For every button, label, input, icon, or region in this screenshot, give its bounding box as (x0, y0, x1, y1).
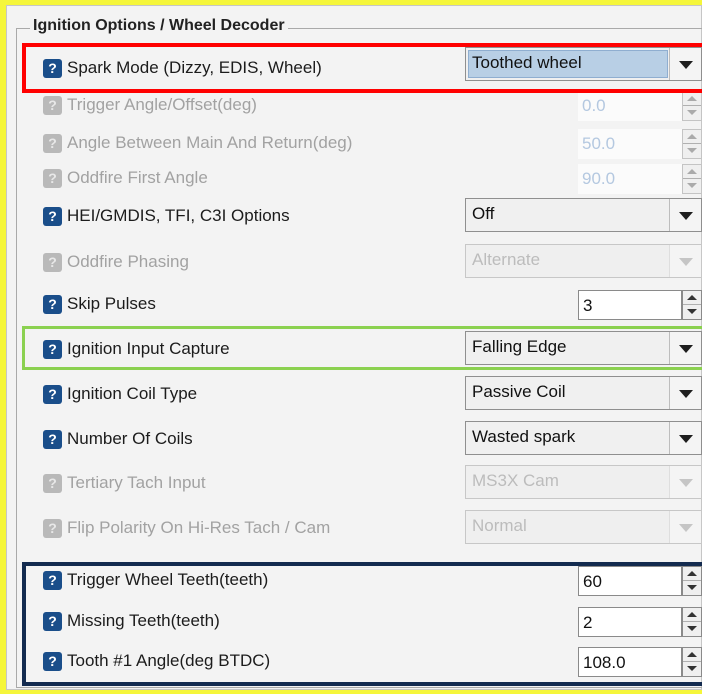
hei-options-value: Off (472, 204, 495, 223)
tertiary-tach-label: Tertiary Tach Input (67, 473, 206, 492)
trigger-wheel-teeth-row: ? Trigger Wheel Teeth(teeth) 60 (0, 565, 702, 609)
hei-options-row: ? HEI/GMDIS, TFI, C3I Options Off (0, 198, 702, 242)
spinner-up-icon (683, 92, 701, 106)
spark-mode-row: ? Spark Mode (Dizzy, EDIS, Wheel) Toothe… (0, 47, 702, 91)
spark-mode-value: Toothed wheel (472, 53, 582, 72)
help-icon: ? (43, 134, 62, 153)
missing-teeth-label: Missing Teeth(teeth) (67, 611, 220, 630)
help-icon: ? (43, 96, 62, 115)
oddfire-first-field: 90.0 (578, 164, 682, 194)
flip-polarity-dropdown: Normal (465, 510, 702, 544)
ignition-input-capture-dropdown[interactable]: Falling Edge (465, 331, 702, 365)
oddfire-first-label: Oddfire First Angle (67, 168, 208, 187)
ignition-input-capture-row: ? Ignition Input Capture Falling Edge (0, 331, 702, 375)
chevron-down-icon[interactable] (669, 199, 701, 231)
missing-teeth-field[interactable]: 2 (578, 607, 682, 637)
tertiary-tach-value: MS3X Cam (472, 471, 559, 490)
ignition-input-capture-value: Falling Edge (472, 337, 567, 356)
chevron-down-icon[interactable] (669, 332, 701, 364)
help-icon[interactable]: ? (43, 295, 62, 314)
missing-teeth-row: ? Missing Teeth(teeth) 2 (0, 606, 702, 650)
angle-between-spinner (682, 129, 702, 159)
angle-between-label: Angle Between Main And Return(deg) (67, 133, 353, 152)
trigger-angle-label: Trigger Angle/Offset(deg) (67, 95, 257, 114)
spinner-up-icon[interactable] (683, 291, 701, 305)
spinner-up-icon (683, 165, 701, 179)
spinner-up-icon[interactable] (683, 567, 701, 581)
tertiary-tach-dropdown: MS3X Cam (465, 465, 702, 499)
help-icon: ? (43, 519, 62, 538)
spinner-up-icon[interactable] (683, 608, 701, 622)
spinner-up-icon (683, 130, 701, 144)
spark-mode-label: Spark Mode (Dizzy, EDIS, Wheel) (67, 58, 322, 77)
help-icon: ? (43, 474, 62, 493)
ignition-coil-type-label: Ignition Coil Type (67, 384, 198, 403)
angle-between-field: 50.0 (578, 129, 682, 159)
hei-options-dropdown[interactable]: Off (465, 198, 702, 232)
number-of-coils-label: Number Of Coils (67, 429, 193, 448)
trigger-wheel-teeth-spinner[interactable] (682, 566, 702, 596)
help-icon[interactable]: ? (43, 571, 62, 590)
tooth1-angle-field[interactable]: 108.0 (578, 647, 682, 677)
help-icon: ? (43, 253, 62, 272)
spinner-down-icon[interactable] (683, 305, 701, 319)
chevron-down-icon (669, 511, 701, 543)
ignition-coil-type-dropdown[interactable]: Passive Coil (465, 376, 702, 410)
ignition-coil-type-row: ? Ignition Coil Type Passive Coil (0, 376, 702, 420)
spinner-down-icon[interactable] (683, 622, 701, 636)
spinner-down-icon[interactable] (683, 662, 701, 676)
spinner-down-icon (683, 144, 701, 158)
trigger-wheel-teeth-label: Trigger Wheel Teeth(teeth) (67, 570, 269, 589)
spinner-down-icon (683, 179, 701, 193)
missing-teeth-spinner[interactable] (682, 607, 702, 637)
help-icon[interactable]: ? (43, 612, 62, 631)
skip-pulses-row: ? Skip Pulses 3 (0, 290, 702, 334)
number-of-coils-dropdown[interactable]: Wasted spark (465, 421, 702, 455)
trigger-angle-spinner (682, 91, 702, 121)
help-icon[interactable]: ? (43, 207, 62, 226)
help-icon[interactable]: ? (43, 430, 62, 449)
ignition-input-capture-label: Ignition Input Capture (67, 339, 230, 358)
help-icon: ? (43, 169, 62, 188)
tooth1-angle-row: ? Tooth #1 Angle(deg BTDC) 108.0 (0, 646, 702, 690)
help-icon[interactable]: ? (43, 652, 62, 671)
trigger-wheel-teeth-field[interactable]: 60 (578, 566, 682, 596)
flip-polarity-label: Flip Polarity On Hi-Res Tach / Cam (67, 518, 331, 537)
spark-mode-dropdown[interactable]: Toothed wheel (465, 47, 702, 81)
chevron-down-icon[interactable] (669, 377, 701, 409)
help-icon[interactable]: ? (43, 340, 62, 359)
chevron-down-icon[interactable] (669, 48, 701, 80)
chevron-down-icon (669, 245, 701, 277)
group-title: Ignition Options / Wheel Decoder (30, 17, 288, 35)
oddfire-phasing-dropdown: Alternate (465, 244, 702, 278)
flip-polarity-value: Normal (472, 516, 527, 535)
spinner-down-icon[interactable] (683, 581, 701, 595)
tooth1-angle-spinner[interactable] (682, 647, 702, 677)
flip-polarity-row: ? Flip Polarity On Hi-Res Tach / Cam Nor… (0, 510, 702, 554)
oddfire-first-spinner (682, 164, 702, 194)
oddfire-phasing-value: Alternate (472, 250, 541, 269)
chevron-down-icon[interactable] (669, 422, 701, 454)
number-of-coils-value: Wasted spark (472, 427, 576, 446)
oddfire-phasing-label: Oddfire Phasing (67, 252, 189, 271)
number-of-coils-row: ? Number Of Coils Wasted spark (0, 421, 702, 465)
spinner-down-icon (683, 106, 701, 120)
help-icon[interactable]: ? (43, 385, 62, 404)
chevron-down-icon (669, 466, 701, 498)
ignition-coil-type-value: Passive Coil (472, 382, 566, 401)
skip-pulses-field[interactable]: 3 (578, 290, 682, 320)
hei-options-label: HEI/GMDIS, TFI, C3I Options (67, 206, 290, 225)
trigger-angle-field: 0.0 (578, 91, 682, 121)
oddfire-phasing-row: ? Oddfire Phasing Alternate (0, 244, 702, 288)
tooth1-angle-label: Tooth #1 Angle(deg BTDC) (67, 651, 271, 670)
skip-pulses-spinner[interactable] (682, 290, 702, 320)
tertiary-tach-row: ? Tertiary Tach Input MS3X Cam (0, 465, 702, 509)
skip-pulses-label: Skip Pulses (67, 294, 156, 313)
spinner-up-icon[interactable] (683, 648, 701, 662)
help-icon[interactable]: ? (43, 59, 62, 78)
